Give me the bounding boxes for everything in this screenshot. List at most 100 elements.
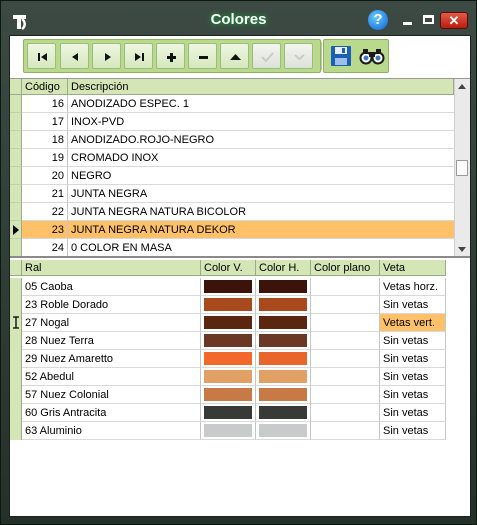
row-indicator[interactable] <box>10 422 22 440</box>
cell-color-v[interactable] <box>201 314 256 332</box>
table-row[interactable]: 22 JUNTA NEGRA NATURA BICOLOR <box>10 203 455 221</box>
cell-color-v[interactable] <box>201 404 256 422</box>
cell-veta[interactable]: Sin vetas <box>380 368 446 386</box>
row-indicator[interactable] <box>10 221 22 239</box>
cell-color-h[interactable] <box>256 368 311 386</box>
column-header-ral[interactable]: Ral <box>22 260 201 276</box>
help-icon[interactable]: ? <box>368 10 388 30</box>
row-indicator[interactable] <box>10 131 22 149</box>
column-header-codigo[interactable]: Código <box>22 79 68 95</box>
row-indicator[interactable] <box>10 368 22 386</box>
cell-color-h[interactable] <box>256 314 311 332</box>
cell-ral[interactable]: 60 Gris Antracita <box>22 404 201 422</box>
first-record-button[interactable] <box>27 43 56 69</box>
row-indicator[interactable] <box>10 203 22 221</box>
cell-color-v[interactable] <box>201 368 256 386</box>
table-row[interactable]: 17 INOX-PVD <box>10 113 455 131</box>
table-row[interactable]: 19 CROMADO INOX <box>10 149 455 167</box>
cell-descripcion[interactable]: ANODIZADO ESPEC. 1 <box>68 95 455 113</box>
cancel-record-button[interactable] <box>284 43 313 69</box>
cell-color-v[interactable] <box>201 350 256 368</box>
close-button[interactable]: ✕ <box>440 12 468 29</box>
scroll-up-icon[interactable] <box>458 84 466 89</box>
cell-color-h[interactable] <box>256 422 311 440</box>
row-indicator[interactable] <box>10 386 22 404</box>
cell-color-v[interactable] <box>201 296 256 314</box>
table-row[interactable]: 57 Nuez Colonial Sin vetas <box>10 386 446 404</box>
table-row[interactable]: 27 Nogal Vetas vert. <box>10 314 446 332</box>
table-row[interactable]: 18 ANODIZADO.ROJO-NEGRO <box>10 131 455 149</box>
cell-veta[interactable]: Sin vetas <box>380 422 446 440</box>
table-row[interactable]: 52 Abedul Sin vetas <box>10 368 446 386</box>
cell-descripcion[interactable]: 0 COLOR EN MASA <box>68 239 455 257</box>
splitter[interactable] <box>10 256 470 258</box>
cell-ral[interactable]: 29 Nuez Amaretto <box>22 350 201 368</box>
title-bar[interactable]: Colores ? ✕ <box>1 1 476 37</box>
cell-codigo[interactable]: 20 <box>22 167 68 185</box>
column-header-color-v[interactable]: Color V. <box>201 260 256 276</box>
cell-descripcion[interactable]: INOX-PVD <box>68 113 455 131</box>
cell-color-v[interactable] <box>201 386 256 404</box>
row-indicator[interactable] <box>10 149 22 167</box>
colores-grid[interactable]: Código Descripción 16 ANODIZADO ESPEC. 11… <box>10 78 470 259</box>
cell-ral[interactable]: 27 Nogal <box>22 314 201 332</box>
cell-codigo[interactable]: 18 <box>22 131 68 149</box>
cell-veta[interactable]: Sin vetas <box>380 296 446 314</box>
cell-veta[interactable]: Sin vetas <box>380 386 446 404</box>
cell-color-h[interactable] <box>256 332 311 350</box>
column-header-color-plano[interactable]: Color plano <box>311 260 380 276</box>
cell-color-plano[interactable] <box>311 314 380 332</box>
cell-ral[interactable]: 28 Nuez Terra <box>22 332 201 350</box>
maximize-button[interactable] <box>419 12 438 29</box>
row-indicator[interactable] <box>10 332 22 350</box>
prior-record-button[interactable] <box>60 43 89 69</box>
cell-ral[interactable]: 23 Roble Dorado <box>22 296 201 314</box>
cell-color-plano[interactable] <box>311 332 380 350</box>
row-indicator[interactable] <box>10 296 22 314</box>
cell-ral[interactable]: 63 Aluminio <box>22 422 201 440</box>
next-record-button[interactable] <box>92 43 121 69</box>
cell-descripcion[interactable]: JUNTA NEGRA <box>68 185 455 203</box>
cell-color-plano[interactable] <box>311 404 380 422</box>
table-row[interactable]: 63 Aluminio Sin vetas <box>10 422 446 440</box>
cell-color-plano[interactable] <box>311 350 380 368</box>
row-indicator[interactable] <box>10 314 22 332</box>
cell-ral[interactable]: 57 Nuez Colonial <box>22 386 201 404</box>
scroll-thumb[interactable] <box>456 160 468 176</box>
cell-descripcion[interactable]: NEGRO <box>68 167 455 185</box>
scroll-down-icon[interactable] <box>458 247 466 252</box>
column-header-descripcion[interactable]: Descripción <box>68 79 454 95</box>
cell-color-plano[interactable] <box>311 296 380 314</box>
cell-codigo[interactable]: 21 <box>22 185 68 203</box>
cell-color-h[interactable] <box>256 404 311 422</box>
table-row[interactable]: 29 Nuez Amaretto Sin vetas <box>10 350 446 368</box>
row-indicator[interactable] <box>10 350 22 368</box>
table-row[interactable]: 05 Caoba Vetas horz. <box>10 278 446 296</box>
cell-descripcion[interactable]: ANODIZADO.ROJO-NEGRO <box>68 131 455 149</box>
row-indicator[interactable] <box>10 167 22 185</box>
cell-color-h[interactable] <box>256 350 311 368</box>
row-indicator[interactable] <box>10 239 22 257</box>
table-row[interactable]: 21 JUNTA NEGRA <box>10 185 455 203</box>
cell-color-plano[interactable] <box>311 368 380 386</box>
post-record-button[interactable] <box>252 43 281 69</box>
table-row[interactable]: 60 Gris Antracita Sin vetas <box>10 404 446 422</box>
table-row[interactable]: 24 0 COLOR EN MASA <box>10 239 455 257</box>
cell-codigo[interactable]: 24 <box>22 239 68 257</box>
table-row[interactable]: 23 JUNTA NEGRA NATURA DEKOR <box>10 221 455 239</box>
cell-ral[interactable]: 52 Abedul <box>22 368 201 386</box>
cell-color-h[interactable] <box>256 296 311 314</box>
vertical-scrollbar[interactable] <box>454 79 470 257</box>
row-indicator[interactable] <box>10 185 22 203</box>
cell-color-plano[interactable] <box>311 422 380 440</box>
cell-color-plano[interactable] <box>311 278 380 296</box>
cell-veta[interactable]: Vetas horz. <box>380 278 446 296</box>
table-row[interactable]: 23 Roble Dorado Sin vetas <box>10 296 446 314</box>
column-header-color-h[interactable]: Color H. <box>256 260 311 276</box>
cell-color-plano[interactable] <box>311 386 380 404</box>
cell-color-v[interactable] <box>201 332 256 350</box>
row-indicator[interactable] <box>10 404 22 422</box>
row-indicator[interactable] <box>10 278 22 296</box>
cell-color-v[interactable] <box>201 422 256 440</box>
cell-veta[interactable]: Vetas vert. <box>380 314 446 332</box>
